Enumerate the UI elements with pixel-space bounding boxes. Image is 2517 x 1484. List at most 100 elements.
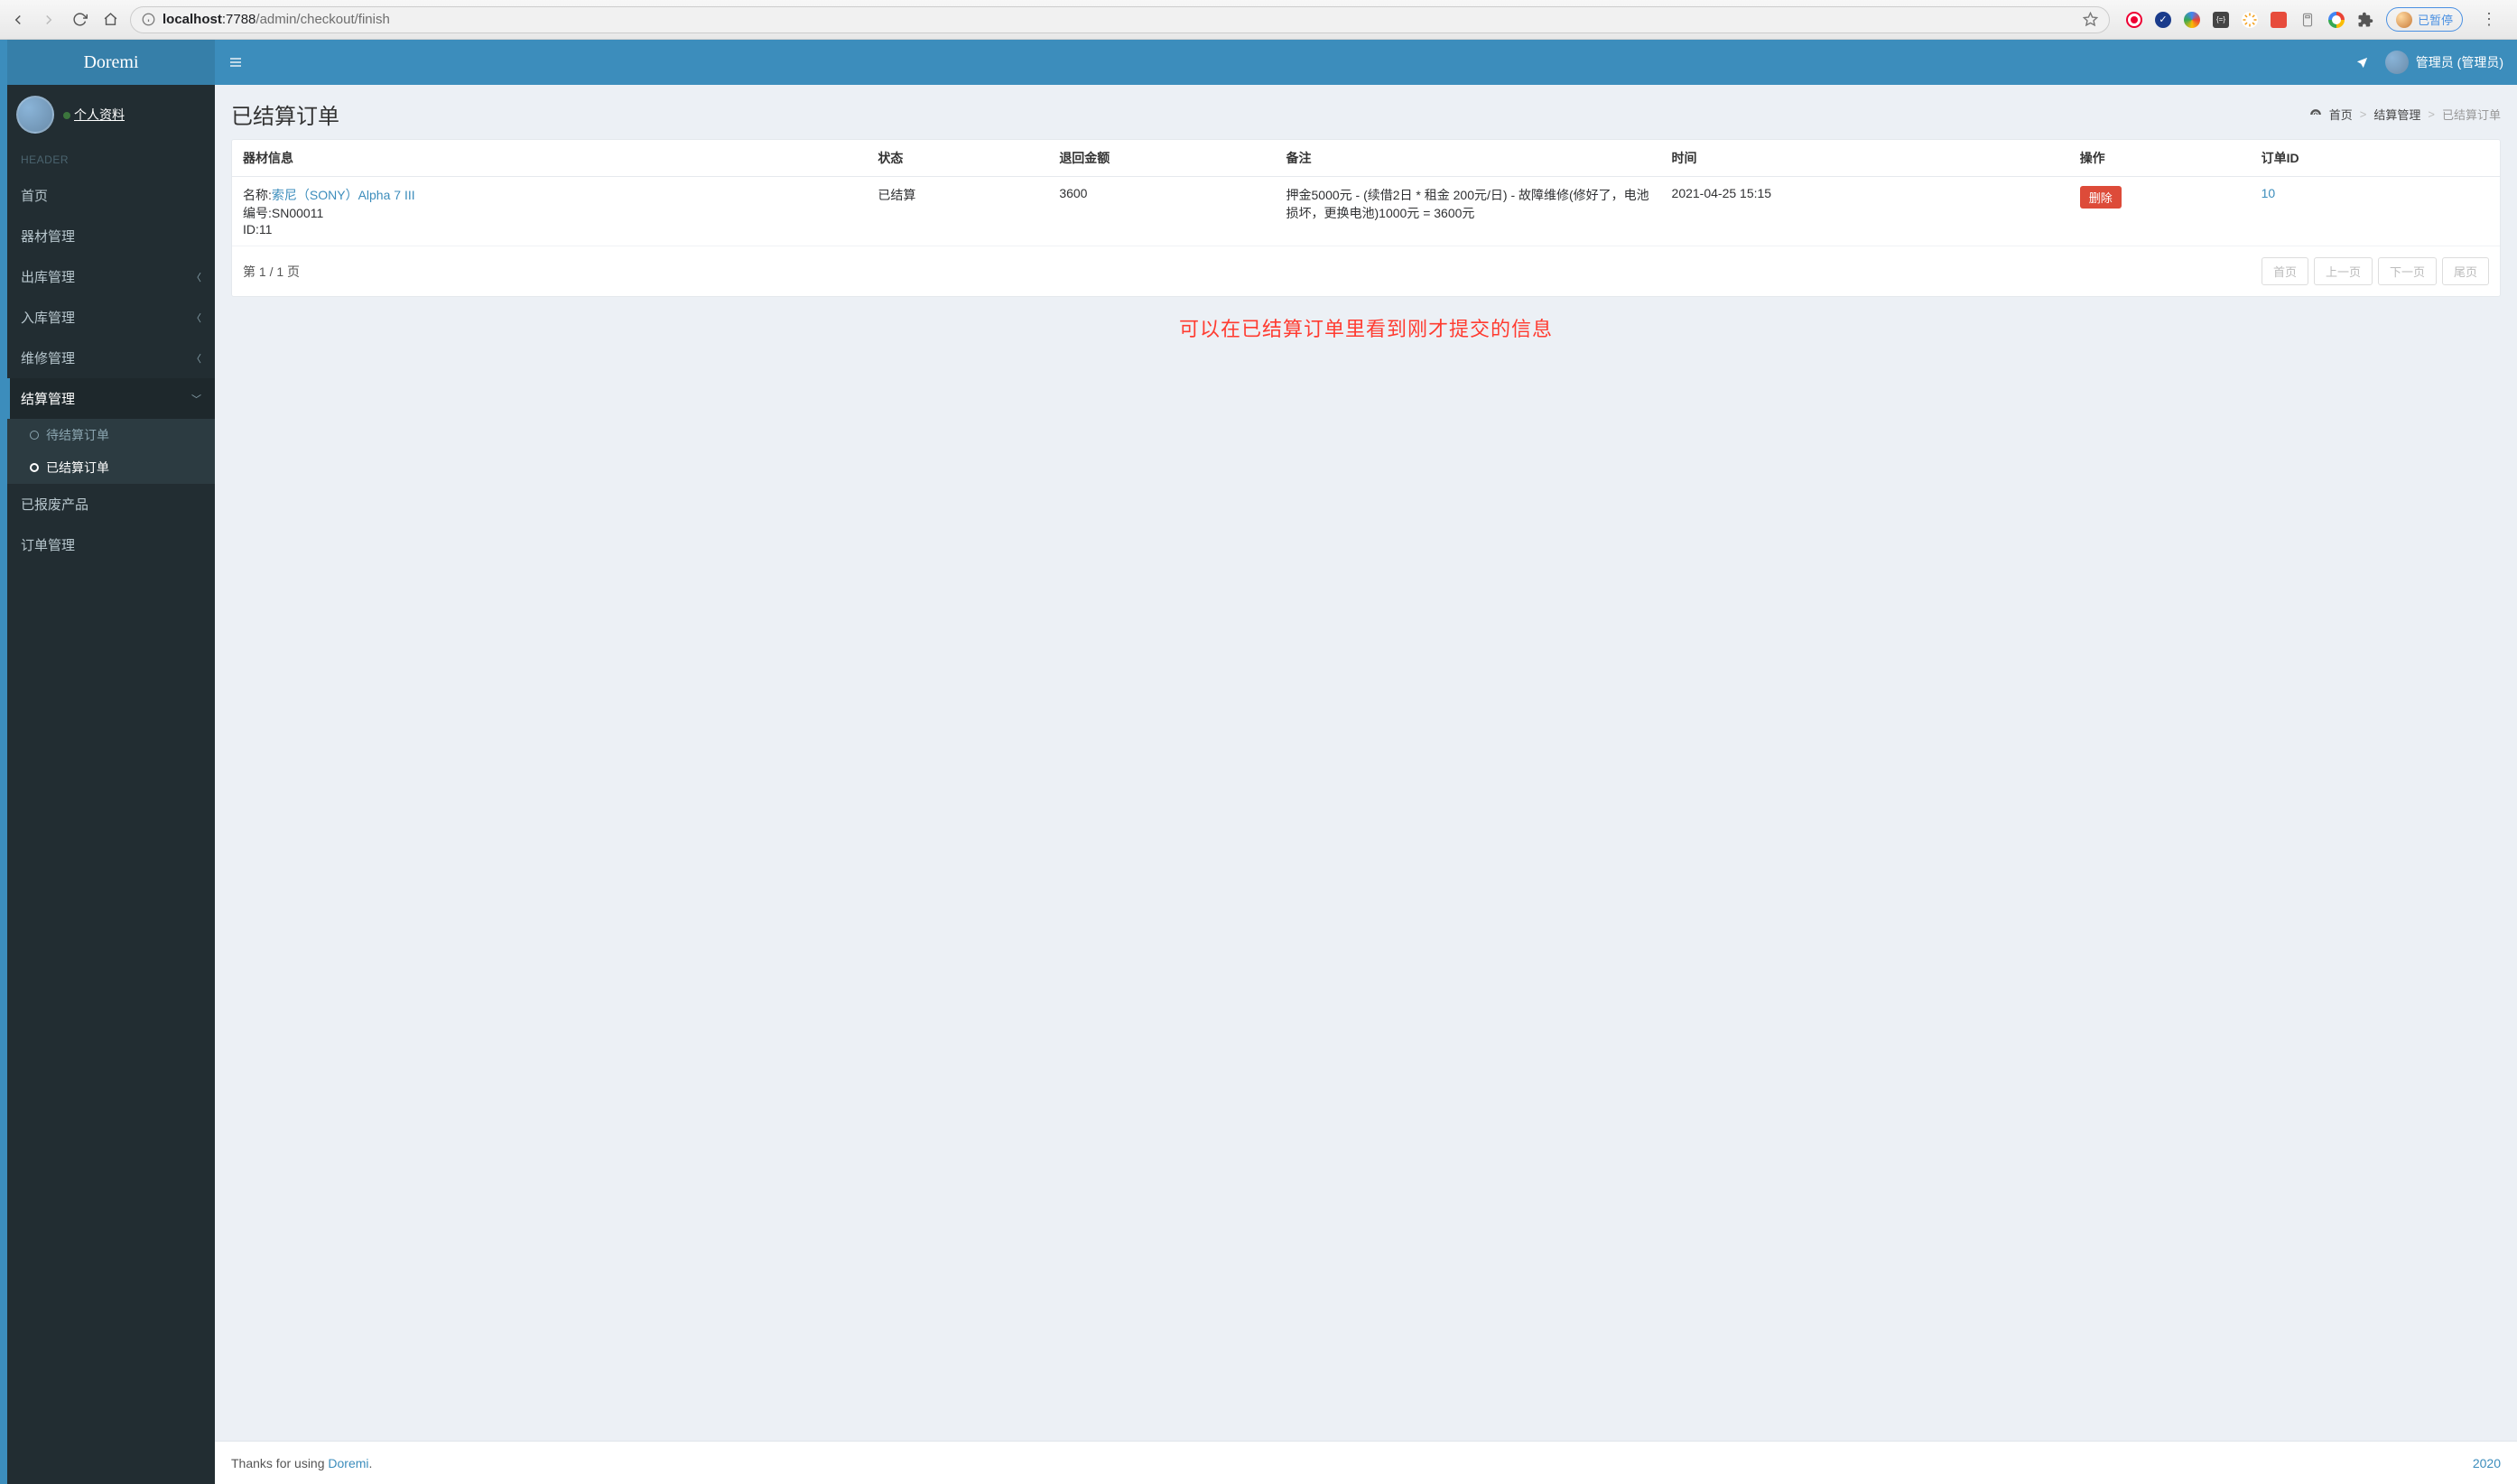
breadcrumb-home[interactable]: 首页 <box>2329 106 2353 123</box>
breadcrumb-sep: > <box>2428 107 2435 121</box>
avatar[interactable] <box>16 96 54 134</box>
location-arrow-icon <box>2355 56 2369 70</box>
url-text: localhost:7788/admin/checkout/finish <box>163 12 390 27</box>
sidebar-item-repair[interactable]: 维修管理〈 <box>7 338 215 378</box>
topbar-user[interactable]: 管理员 (管理员) <box>2385 51 2503 74</box>
th-time: 时间 <box>1661 140 2069 177</box>
sidebar-menu: 首页 器材管理 出库管理〈 入库管理〈 维修管理〈 结算管理﹀ 待结算订单 已结… <box>7 175 215 565</box>
browser-back-button[interactable] <box>7 9 29 31</box>
sidebar-subitem-pending[interactable]: 待结算订单 <box>7 419 215 451</box>
browser-home-button[interactable] <box>99 9 121 31</box>
equipment-name-prefix: 名称: <box>243 188 272 202</box>
profile-link[interactable]: 个人资料 <box>63 107 125 122</box>
hamburger-icon <box>228 55 243 70</box>
breadcrumb: 首页 > 结算管理 > 已结算订单 <box>2309 106 2501 123</box>
extension-icon[interactable]: {=} <box>2213 12 2229 28</box>
sidebar-subitem-settled[interactable]: 已结算订单 <box>7 451 215 484</box>
cell-time: 2021-04-25 15:15 <box>1661 177 2069 246</box>
pager-next-button[interactable]: 下一页 <box>2378 257 2437 285</box>
home-icon <box>103 12 118 27</box>
table-box: 器材信息 状态 退回金额 备注 时间 操作 订单ID 名称:索尼（SONY <box>231 139 2501 297</box>
orders-table: 器材信息 状态 退回金额 备注 时间 操作 订单ID 名称:索尼（SONY <box>232 140 2500 246</box>
cell-action: 删除 <box>2069 177 2251 246</box>
chevron-left-icon: 〈 <box>191 311 201 325</box>
online-status-icon <box>63 112 70 119</box>
annotation-text: 可以在已结算订单里看到刚才提交的信息 <box>231 313 2501 342</box>
equipment-id: ID:11 <box>243 222 272 237</box>
content: 器材信息 状态 退回金额 备注 时间 操作 订单ID 名称:索尼（SONY <box>215 139 2517 1441</box>
bookmark-star-icon[interactable] <box>2083 12 2098 27</box>
th-order-id: 订单ID <box>2251 140 2500 177</box>
content-header: 已结算订单 首页 > 结算管理 > 已结算订单 <box>215 85 2517 139</box>
sidebar-header-label: HEADER <box>7 144 215 175</box>
sidebar-item-home[interactable]: 首页 <box>7 175 215 216</box>
user-panel: 个人资料 <box>7 85 215 144</box>
main-area: 管理员 (管理员) 已结算订单 首页 > 结算管理 > 已结算订单 <box>215 40 2517 1484</box>
sidebar-item-settlement[interactable]: 结算管理﹀ <box>7 378 215 419</box>
table-header-row: 器材信息 状态 退回金额 备注 时间 操作 订单ID <box>232 140 2500 177</box>
reload-icon <box>72 12 88 27</box>
sidebar-item-outbound[interactable]: 出库管理〈 <box>7 256 215 297</box>
extension-icon[interactable] <box>2126 12 2142 28</box>
footer: Thanks for using Doremi. 2020 <box>215 1441 2517 1484</box>
left-accent-strip <box>0 40 7 1484</box>
chevron-left-icon: 〈 <box>191 351 201 366</box>
sidebar-item-orders[interactable]: 订单管理 <box>7 524 215 565</box>
cell-remark: 押金5000元 - (续借2日 * 租金 200元/日) - 故障维修(修好了，… <box>1276 177 1661 246</box>
sidebar-item-discarded[interactable]: 已报废产品 <box>7 484 215 524</box>
extension-icon[interactable] <box>2184 12 2200 28</box>
url-bar[interactable]: localhost:7788/admin/checkout/finish <box>130 6 2110 33</box>
th-remark: 备注 <box>1276 140 1661 177</box>
site-info-icon[interactable] <box>142 13 155 26</box>
chevron-left-icon: 〈 <box>191 270 201 284</box>
paused-badge[interactable]: 已暂停 <box>2386 7 2463 32</box>
browser-reload-button[interactable] <box>69 9 90 31</box>
sidebar-item-inbound[interactable]: 入库管理〈 <box>7 297 215 338</box>
location-button[interactable] <box>2355 56 2369 70</box>
profile-avatar-icon <box>2396 12 2412 28</box>
browser-menu-button[interactable]: ⋮ <box>2475 10 2503 29</box>
page-title: 已结算订单 <box>231 98 339 130</box>
extension-icon[interactable] <box>2242 12 2258 28</box>
order-id-link[interactable]: 10 <box>2262 186 2276 200</box>
circle-icon <box>30 431 39 440</box>
topbar: 管理员 (管理员) <box>215 40 2517 85</box>
extension-icon[interactable]: ✓ <box>2155 12 2171 28</box>
pager-first-button[interactable]: 首页 <box>2262 257 2308 285</box>
cell-order-id: 10 <box>2251 177 2500 246</box>
extensions-puzzle-icon[interactable] <box>2357 12 2373 28</box>
chevron-down-icon: ﹀ <box>191 392 201 406</box>
sidebar-item-equipment[interactable]: 器材管理 <box>7 216 215 256</box>
extension-icon[interactable] <box>2271 12 2287 28</box>
arrow-right-icon <box>41 12 57 28</box>
breadcrumb-sep: > <box>2360 107 2367 121</box>
footer-year: 2020 <box>2473 1456 2501 1470</box>
extension-icons: ✓ {=} 已暂停 ⋮ <box>2119 7 2510 32</box>
delete-button[interactable]: 删除 <box>2080 186 2122 209</box>
extension-icon[interactable] <box>2299 12 2316 28</box>
sidebar-submenu-settlement: 待结算订单 已结算订单 <box>7 419 215 484</box>
pager: 首页 上一页 下一页 尾页 <box>2262 257 2489 285</box>
browser-forward-button[interactable] <box>38 9 60 31</box>
th-status: 状态 <box>867 140 1048 177</box>
breadcrumb-parent[interactable]: 结算管理 <box>2373 106 2420 123</box>
footer-brand-link[interactable]: Doremi <box>328 1456 368 1470</box>
footer-text: Thanks for using Doremi. <box>231 1456 372 1470</box>
th-refund: 退回金额 <box>1048 140 1275 177</box>
table-footer: 第 1 / 1 页 首页 上一页 下一页 尾页 <box>232 246 2500 296</box>
pager-prev-button[interactable]: 上一页 <box>2314 257 2373 285</box>
sidebar-toggle-button[interactable] <box>228 55 243 70</box>
extension-icon[interactable] <box>2328 12 2345 28</box>
paused-label: 已暂停 <box>2418 11 2453 28</box>
page-info: 第 1 / 1 页 <box>243 263 300 281</box>
arrow-left-icon <box>10 12 26 28</box>
topbar-user-label: 管理员 (管理员) <box>2416 53 2503 71</box>
brand-logo[interactable]: Doremi <box>7 40 215 85</box>
cell-equipment: 名称:索尼（SONY）Alpha 7 III 编号:SN00011 ID:11 <box>232 177 867 246</box>
cell-status: 已结算 <box>867 177 1048 246</box>
th-equipment: 器材信息 <box>232 140 867 177</box>
cell-refund: 3600 <box>1048 177 1275 246</box>
pager-last-button[interactable]: 尾页 <box>2442 257 2489 285</box>
app-root: Doremi 个人资料 HEADER 首页 器材管理 出库管理〈 入库管理〈 维… <box>0 40 2517 1484</box>
equipment-name-link[interactable]: 索尼（SONY）Alpha 7 III <box>272 188 415 202</box>
